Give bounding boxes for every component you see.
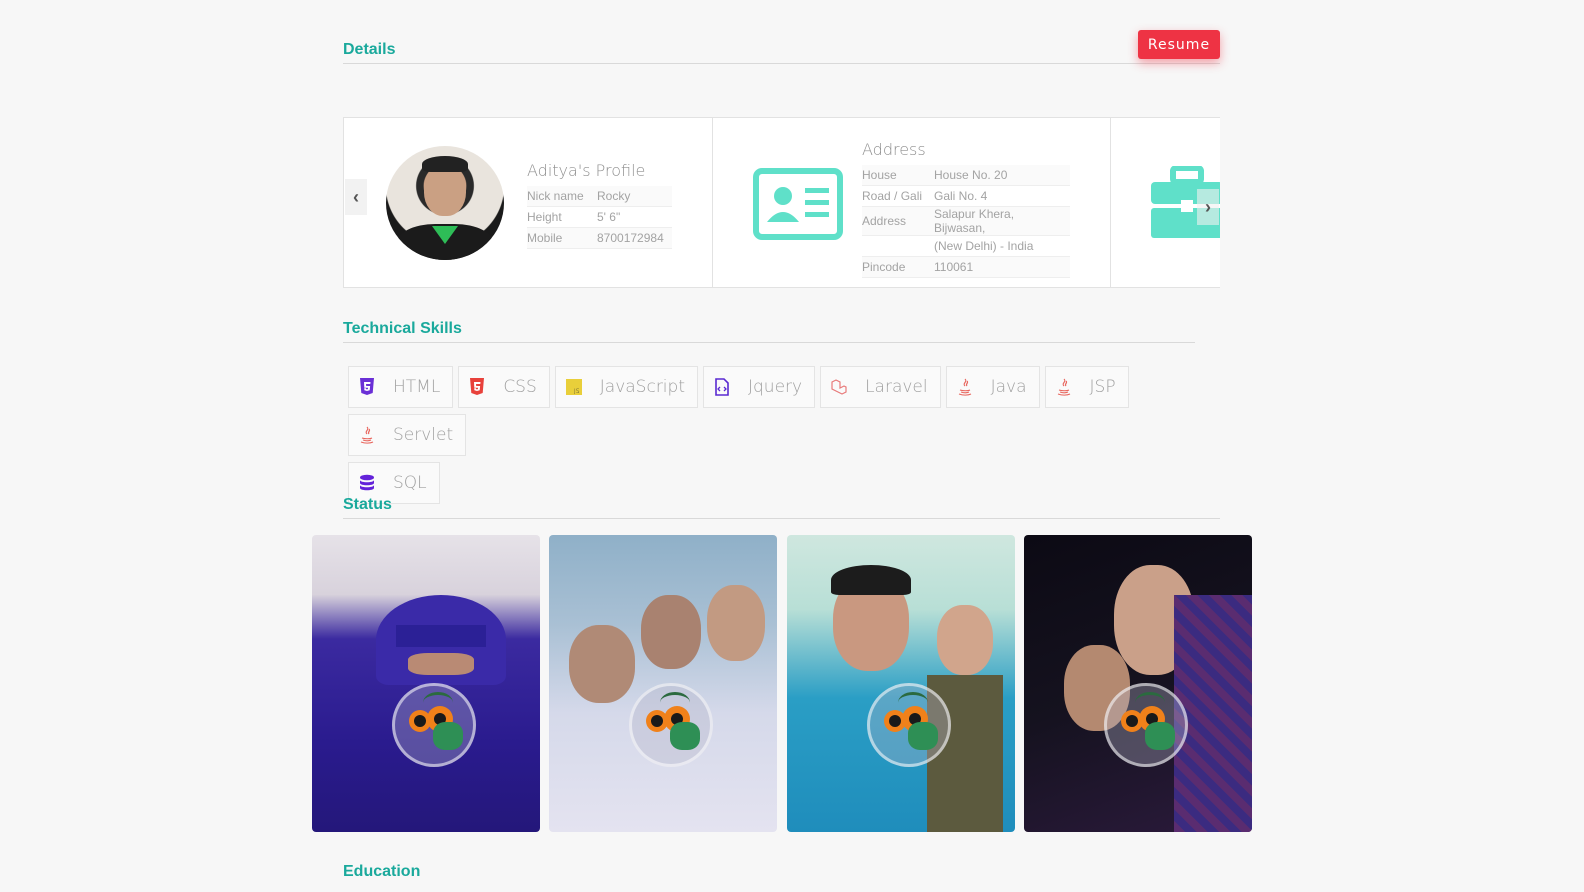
carousel-next-button[interactable]: › — [1197, 189, 1219, 225]
address-card: Address House House No. 20 Road / Gali Gal… — [712, 117, 1111, 288]
table-row: Road / Gali Gali No. 4 — [862, 185, 1070, 207]
skill-label: SQL — [393, 473, 427, 493]
row-key: Nick name — [527, 186, 597, 207]
skills-list: HTML CSS JS JavaScript Jquery Laravel Ja… — [348, 366, 1198, 510]
skill-javascript[interactable]: JS JavaScript — [554, 366, 698, 408]
row-value: 110061 — [934, 256, 1070, 278]
row-value: Salapur Khera, Bijwasan, — [934, 206, 1070, 236]
table-row: Address Salapur Khera, Bijwasan, — [862, 206, 1070, 236]
java-icon — [958, 378, 971, 396]
profile-table: Nick name Rocky Height 5' 6" Mobile 8700172… — [527, 186, 672, 249]
chevron-right-icon: › — [1205, 197, 1211, 217]
html5-icon — [360, 378, 374, 395]
skill-html[interactable]: HTML — [348, 366, 454, 408]
row-value: Gali No. 4 — [934, 185, 1070, 207]
row-key: Road / Gali — [862, 185, 934, 207]
resume-button[interactable]: Resume — [1138, 30, 1220, 59]
table-row: Pincode 110061 — [862, 256, 1070, 278]
details-divider — [343, 63, 1220, 64]
row-value: House No. 20 — [934, 165, 1070, 186]
technical-skills-heading: Technical Skills — [343, 320, 462, 337]
skill-label: HTML — [393, 377, 441, 397]
skill-label: Jquery — [747, 377, 803, 397]
skill-jquery[interactable]: Jquery — [702, 366, 816, 408]
snapchat-ghost-icon — [1104, 683, 1188, 767]
address-table: House House No. 20 Road / Gali Gali No. 4 … — [862, 165, 1070, 278]
skill-label: Servlet — [393, 425, 454, 445]
skill-servlet[interactable]: Servlet — [348, 414, 467, 456]
address-title: Address — [862, 140, 926, 159]
row-key — [862, 235, 934, 257]
snapchat-ghost-icon — [392, 683, 476, 767]
profile-card: Aditya's Profile Nick name Rocky Height 5'… — [343, 117, 713, 288]
details-heading: Details — [343, 41, 396, 58]
code-file-icon — [715, 378, 729, 396]
row-key: Height — [527, 206, 597, 228]
profile-avatar — [386, 146, 504, 260]
chevron-left-icon: ‹ — [353, 187, 359, 207]
skill-java[interactable]: Java — [945, 366, 1040, 408]
table-row: House House No. 20 — [862, 165, 1070, 186]
status-divider — [343, 518, 1220, 519]
skills-divider — [343, 342, 1195, 343]
svg-text:JS: JS — [574, 388, 580, 395]
skill-laravel[interactable]: Laravel — [820, 366, 941, 408]
status-photo[interactable] — [1024, 535, 1252, 832]
table-row: Nick name Rocky — [527, 186, 672, 207]
status-photo[interactable] — [549, 535, 777, 832]
skill-label: JSP — [1089, 377, 1116, 397]
carousel-prev-button[interactable]: ‹ — [345, 179, 367, 215]
table-row: (New Delhi) - India — [862, 235, 1070, 257]
row-key: House — [862, 165, 934, 186]
skill-label: JavaScript — [599, 377, 685, 397]
java-icon — [1057, 378, 1070, 396]
row-value: Rocky — [597, 186, 672, 207]
skill-label: CSS — [503, 377, 537, 397]
table-row: Height 5' 6" — [527, 206, 672, 228]
row-key: Address — [862, 206, 934, 236]
database-icon — [360, 474, 374, 491]
row-value: (New Delhi) - India — [934, 235, 1070, 257]
snapchat-ghost-icon — [867, 683, 951, 767]
java-icon — [360, 426, 374, 444]
status-heading: Status — [343, 496, 392, 513]
profile-title: Aditya's Profile — [527, 161, 646, 180]
skill-label: Java — [990, 377, 1027, 397]
education-heading: Education — [343, 863, 421, 880]
snapchat-ghost-icon — [629, 683, 713, 767]
status-photo[interactable] — [312, 535, 540, 832]
row-key: Pincode — [862, 256, 934, 278]
id-card-icon — [753, 168, 843, 240]
skill-css[interactable]: CSS — [458, 366, 550, 408]
skill-jsp[interactable]: JSP — [1044, 366, 1129, 408]
laravel-icon — [831, 379, 847, 395]
skill-label: Laravel — [865, 377, 928, 397]
row-value: 5' 6" — [597, 206, 672, 228]
javascript-icon: JS — [565, 379, 582, 395]
css3-icon — [470, 378, 485, 395]
table-row: Mobile 8700172984 — [527, 227, 672, 249]
row-key: Mobile — [527, 227, 597, 249]
status-photo[interactable] — [787, 535, 1015, 832]
row-value: 8700172984 — [597, 227, 672, 249]
